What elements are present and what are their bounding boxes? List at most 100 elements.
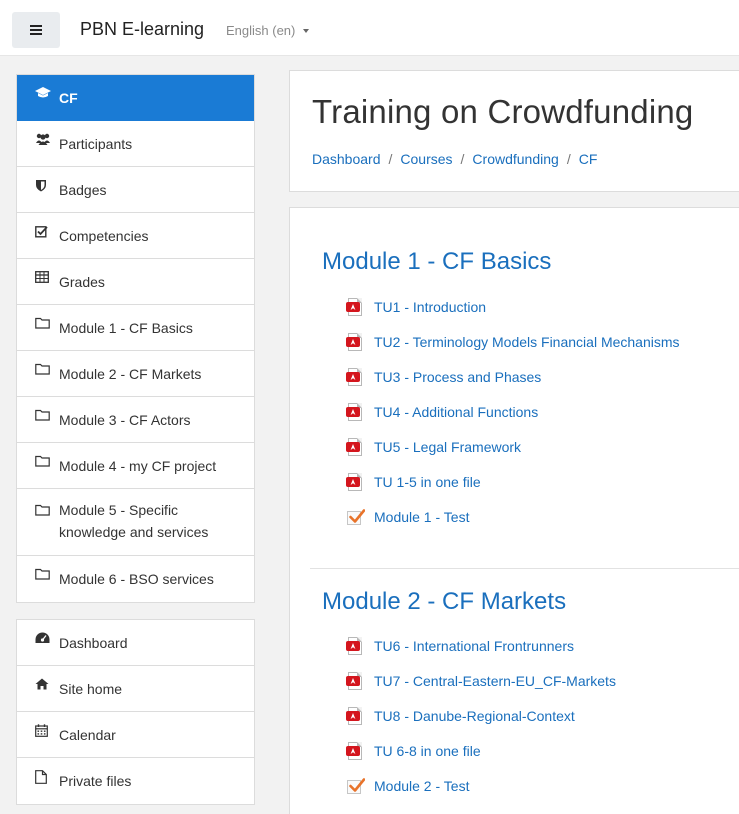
sidebar-item-cf[interactable]: CF	[17, 75, 254, 121]
section-divider	[310, 568, 739, 569]
graduation-cap-icon	[35, 87, 55, 99]
sidebar-item-competencies[interactable]: Competencies	[17, 213, 254, 259]
page-header: Training on Crowdfunding Dashboard / Cou…	[289, 70, 739, 192]
activity-quiz[interactable]: Module 1 - Test	[346, 508, 469, 526]
breadcrumb-courses[interactable]: Courses	[400, 151, 452, 167]
sidebar-item-label: Module 6 - BSO services	[59, 571, 214, 587]
course-nav-block: CF Participants Badges Competencies Grad…	[16, 74, 255, 603]
activity-resource[interactable]: TU1 - Introduction	[346, 298, 486, 316]
activity-link[interactable]: Module 2 - Test	[374, 778, 469, 794]
table-icon	[35, 271, 55, 283]
breadcrumb-cf[interactable]: CF	[579, 151, 598, 167]
sidebar-item-label: Dashboard	[59, 635, 128, 651]
activity-link[interactable]: TU7 - Central-Eastern-EU_CF-Markets	[374, 673, 616, 689]
activity-link[interactable]: Module 1 - Test	[374, 509, 469, 525]
sidebar-item-label: Calendar	[59, 727, 116, 743]
sidebar-item-calendar[interactable]: Calendar	[17, 712, 254, 758]
folder-icon	[35, 504, 55, 516]
quiz-check-icon	[346, 777, 365, 795]
activity-link[interactable]: TU1 - Introduction	[374, 299, 486, 315]
sidebar-item-label: Grades	[59, 274, 105, 290]
sidebar-item-private-files[interactable]: Private files	[17, 758, 254, 804]
sidebar-item-label: Module 3 - CF Actors	[59, 412, 191, 428]
sidebar-item-badges[interactable]: Badges	[17, 167, 254, 213]
sidebar-item-label: Module 2 - CF Markets	[59, 366, 202, 382]
dashboard-icon	[35, 632, 55, 644]
sidebar-item-participants[interactable]: Participants	[17, 121, 254, 167]
menu-toggle-button[interactable]	[12, 12, 60, 48]
activity-resource[interactable]: TU8 - Danube-Regional-Context	[346, 707, 575, 725]
breadcrumb-crowdfunding[interactable]: Crowdfunding	[472, 151, 558, 167]
activity-link[interactable]: TU2 - Terminology Models Financial Mecha…	[374, 334, 680, 350]
users-icon	[35, 133, 55, 145]
breadcrumb-separator: /	[566, 151, 571, 167]
language-selector[interactable]: English (en)	[226, 23, 310, 38]
sidebar-item-module-2[interactable]: Module 2 - CF Markets	[17, 351, 254, 397]
home-icon	[35, 678, 55, 690]
activity-resource[interactable]: TU 6-8 in one file	[346, 742, 481, 760]
activity-link[interactable]: TU 1-5 in one file	[374, 474, 481, 490]
language-label: English (en)	[226, 23, 296, 38]
sidebar-item-label: Module 5 - Specific knowledge and servic…	[59, 502, 209, 540]
sidebar-item-dashboard[interactable]: Dashboard	[17, 620, 254, 666]
activity-link[interactable]: TU4 - Additional Functions	[374, 404, 538, 420]
sidebar-item-label: Participants	[59, 136, 133, 152]
sidebar-item-module-1[interactable]: Module 1 - CF Basics	[17, 305, 254, 351]
sidebar-item-label: Badges	[59, 182, 107, 198]
pdf-icon	[346, 438, 364, 456]
pdf-icon	[346, 368, 364, 386]
pdf-icon	[346, 672, 364, 690]
activity-resource[interactable]: TU3 - Process and Phases	[346, 368, 541, 386]
sidebar-item-label: Site home	[59, 681, 123, 697]
pdf-icon	[346, 298, 364, 316]
activity-link[interactable]: TU3 - Process and Phases	[374, 369, 541, 385]
shield-icon	[35, 179, 55, 192]
folder-icon	[35, 317, 55, 329]
sidebar-item-label: Module 1 - CF Basics	[59, 320, 193, 336]
checked-box-icon	[35, 225, 55, 238]
nav-drawer: CF Participants Badges Competencies Grad…	[16, 74, 255, 805]
pdf-icon	[346, 637, 364, 655]
pdf-icon	[346, 333, 364, 351]
top-navbar: PBN E-learning English (en)	[0, 0, 739, 56]
activity-resource[interactable]: TU 1-5 in one file	[346, 473, 481, 491]
sidebar-item-module-3[interactable]: Module 3 - CF Actors	[17, 397, 254, 443]
activity-link[interactable]: TU6 - International Frontrunners	[374, 638, 574, 654]
file-icon	[35, 770, 55, 784]
activity-resource[interactable]: TU6 - International Frontrunners	[346, 637, 574, 655]
sidebar-item-site-home[interactable]: Site home	[17, 666, 254, 712]
sidebar-item-label: Competencies	[59, 228, 149, 244]
sidebar-item-module-5[interactable]: Module 5 - Specific knowledge and servic…	[17, 489, 254, 556]
sidebar-item-module-6[interactable]: Module 6 - BSO services	[17, 556, 254, 602]
pdf-icon	[346, 473, 364, 491]
section-title[interactable]: Module 2 - CF Markets	[322, 588, 566, 616]
activity-resource[interactable]: TU4 - Additional Functions	[346, 403, 538, 421]
sidebar-item-grades[interactable]: Grades	[17, 259, 254, 305]
activity-link[interactable]: TU 6-8 in one file	[374, 743, 481, 759]
activity-quiz[interactable]: Module 2 - Test	[346, 777, 469, 795]
activity-resource[interactable]: TU5 - Legal Framework	[346, 438, 521, 456]
folder-icon	[35, 409, 55, 421]
page-title: Training on Crowdfunding	[312, 93, 694, 130]
sidebar-item-module-4[interactable]: Module 4 - my CF project	[17, 443, 254, 489]
sidebar-item-label: Private files	[59, 773, 132, 789]
hamburger-icon	[30, 25, 42, 35]
calendar-icon	[35, 724, 55, 737]
quiz-check-icon	[346, 508, 365, 526]
folder-icon	[35, 363, 55, 375]
breadcrumb-separator: /	[388, 151, 393, 167]
sidebar-item-label: CF	[59, 90, 78, 106]
breadcrumb-separator: /	[460, 151, 465, 167]
breadcrumb-dashboard[interactable]: Dashboard	[312, 151, 381, 167]
pdf-icon	[346, 742, 364, 760]
activity-link[interactable]: TU8 - Danube-Regional-Context	[374, 708, 575, 724]
activity-resource[interactable]: TU2 - Terminology Models Financial Mecha…	[346, 333, 680, 351]
activity-link[interactable]: TU5 - Legal Framework	[374, 439, 521, 455]
site-brand[interactable]: PBN E-learning	[80, 19, 204, 40]
breadcrumb: Dashboard / Courses / Crowdfunding / CF	[312, 151, 597, 167]
pdf-icon	[346, 707, 364, 725]
course-content: Module 1 - CF Basics TU1 - Introduction …	[289, 207, 739, 814]
section-title[interactable]: Module 1 - CF Basics	[322, 248, 551, 276]
activity-resource[interactable]: TU7 - Central-Eastern-EU_CF-Markets	[346, 672, 616, 690]
site-nav-block: Dashboard Site home Calendar Private fil…	[16, 619, 255, 805]
